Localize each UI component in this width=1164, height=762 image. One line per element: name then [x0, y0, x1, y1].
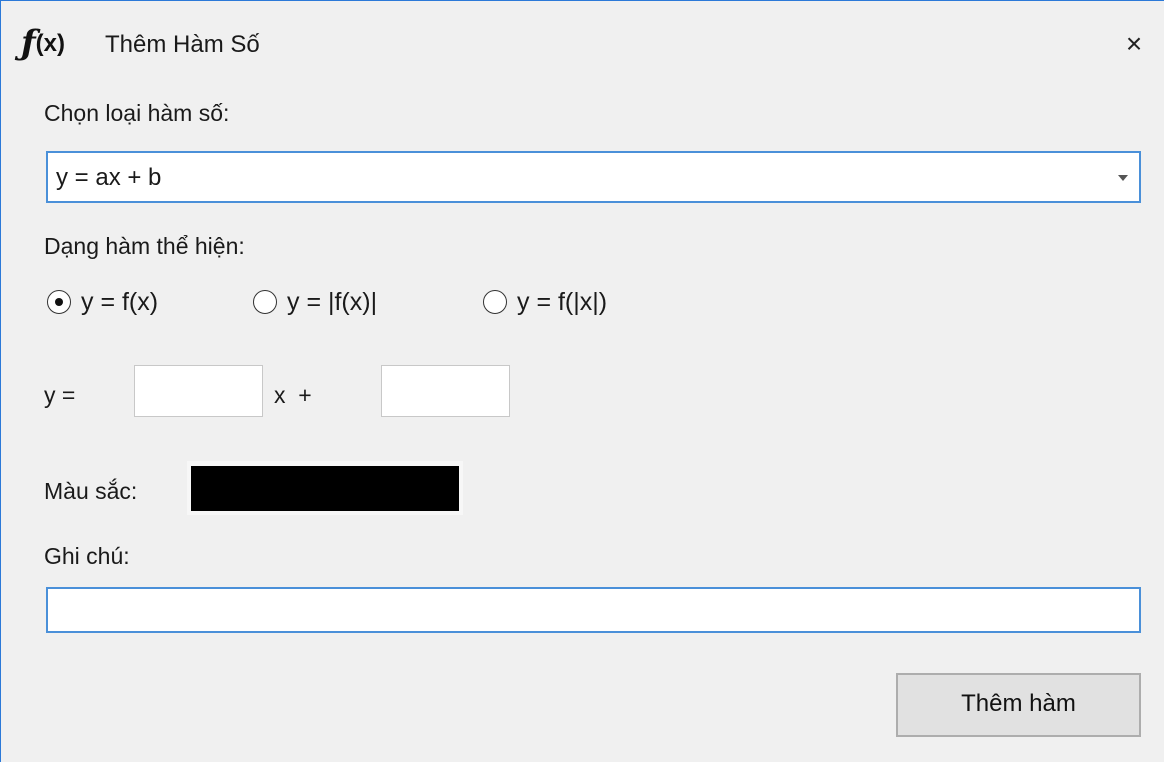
equation-x-plus: x + [274, 382, 312, 408]
title-bar: ƒ(x) Thêm Hàm Số × [1, 1, 1164, 87]
equation-prefix: y = [44, 382, 76, 408]
function-type-selected: y = ax + b [56, 164, 162, 191]
note-label: Ghi chú: [44, 543, 130, 569]
function-type-dropdown[interactable]: y = ax + b [46, 151, 1141, 203]
radio-circle-icon [47, 290, 71, 314]
radio-dot-icon [55, 298, 63, 306]
function-type-label: Chọn loại hàm số: [44, 100, 230, 126]
close-icon: × [1125, 28, 1143, 59]
color-label: Màu sắc: [44, 478, 138, 504]
radio-abs-fx-label: y = |f(x)| [287, 288, 378, 316]
radio-circle-icon [253, 290, 277, 314]
coefficient-a-input[interactable] [134, 365, 263, 417]
color-swatch-fill [191, 466, 459, 511]
radio-f-abs-x-label: y = f(|x|) [517, 288, 608, 316]
radio-circle-icon [483, 290, 507, 314]
function-fx-icon: ƒ(x) [21, 23, 65, 63]
add-function-dialog: ƒ(x) Thêm Hàm Số × Chọn loại hàm số: y =… [0, 0, 1164, 762]
coefficient-b-input[interactable] [381, 365, 510, 417]
note-input[interactable] [46, 587, 1141, 633]
close-button[interactable]: × [1104, 19, 1164, 69]
add-function-button[interactable]: Thêm hàm [896, 673, 1141, 737]
chevron-down-icon [1118, 175, 1128, 181]
window-title: Thêm Hàm Số [105, 31, 260, 58]
color-picker-button[interactable] [187, 461, 463, 515]
display-form-label: Dạng hàm thể hiện: [44, 233, 245, 259]
radio-fx-label: y = f(x) [81, 288, 159, 316]
